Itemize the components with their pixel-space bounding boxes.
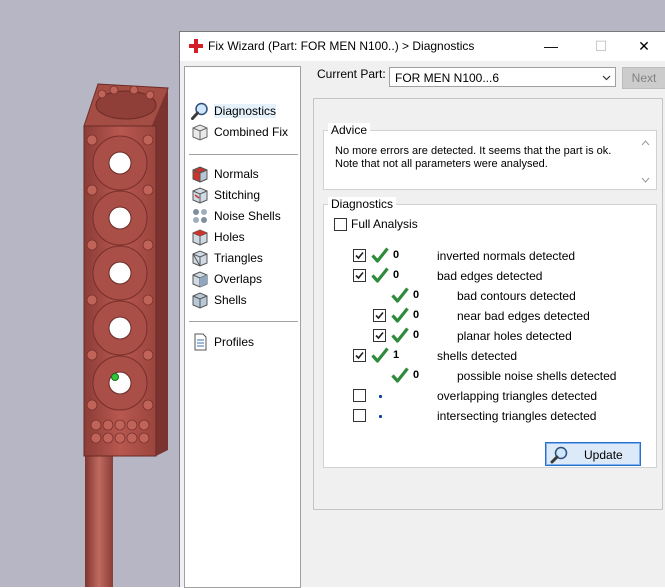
diagnostic-count: 1 <box>393 349 400 361</box>
diagnostic-row: 1 shells detected <box>324 347 654 365</box>
window-title: Fix Wizard (Part: FOR MEN N100..) > Diag… <box>208 39 475 53</box>
sidebar-divider <box>189 321 298 322</box>
diagnostic-label: overlapping triangles detected <box>437 389 598 403</box>
diagnostic-row: 0 near bad edges detected <box>324 307 654 325</box>
diagnostic-count: 0 <box>393 249 400 261</box>
update-button-label: Update <box>584 448 623 462</box>
current-part-label: Current Part: <box>317 67 386 81</box>
diagnostic-row: 0 bad contours detected <box>324 287 654 305</box>
sidebar-item-label: Noise Shells <box>214 209 281 223</box>
status-ok-icon <box>371 347 389 363</box>
checkmark-icon <box>355 271 364 280</box>
model-rod <box>85 440 113 587</box>
sidebar-item-label: Overlaps <box>214 272 263 286</box>
diagnostic-count: 0 <box>393 269 400 281</box>
sidebar-item-label: Profiles <box>214 335 255 349</box>
diagnostic-count: 0 <box>413 289 420 301</box>
diagnostic-row: 0 bad edges detected <box>324 267 654 285</box>
diagnostic-checkbox[interactable] <box>353 249 366 262</box>
title-bar[interactable]: Fix Wizard (Part: FOR MEN N100..) > Diag… <box>180 32 665 61</box>
stitching-cube-icon <box>192 187 208 204</box>
noise-shells-icon <box>193 209 207 223</box>
diagnostic-label: bad edges detected <box>437 269 543 283</box>
model-rings <box>92 135 148 411</box>
app-cross-icon <box>189 39 203 53</box>
next-button[interactable]: Next <box>622 67 665 89</box>
status-ok-icon <box>391 327 409 343</box>
sidebar-item-label: Shells <box>214 293 247 307</box>
diagnostic-checkbox[interactable] <box>353 349 366 362</box>
diagnostic-checkbox[interactable] <box>373 329 386 342</box>
magnifier-icon <box>191 102 208 120</box>
advice-scrollbar[interactable] <box>640 139 651 184</box>
document-icon <box>194 333 207 351</box>
diagnostic-label: inverted normals detected <box>437 249 576 263</box>
sidebar-item-label: Normals <box>214 167 259 181</box>
shells-cube-icon <box>192 292 208 309</box>
diagnostics-panel: Advice No more errors are detected. It s… <box>313 98 663 510</box>
sidebar-item-label: Triangles <box>214 251 263 265</box>
update-button[interactable]: Update <box>545 442 641 466</box>
checkmark-icon <box>375 311 384 320</box>
diagnostics-title: Diagnostics <box>328 197 397 211</box>
checkmark-icon <box>355 251 364 260</box>
advice-group: Advice No more errors are detected. It s… <box>323 123 657 190</box>
current-part-value: FOR MEN N100...6 <box>395 71 500 85</box>
diagnostic-count: 0 <box>413 329 420 341</box>
model-marker <box>111 373 119 381</box>
diagnostic-checkbox[interactable] <box>373 309 386 322</box>
wizard-sidebar: Diagnostics Combined Fix Normals Stitchi… <box>184 66 301 588</box>
sidebar-item-label: Holes <box>214 230 245 244</box>
diagnostic-row: 0 inverted normals detected <box>324 247 654 265</box>
magnifier-icon <box>550 446 568 464</box>
diagnostic-checkbox[interactable] <box>353 269 366 282</box>
minimize-button[interactable]: — <box>528 32 574 61</box>
diagnostics-group: Diagnostics Full Analysis 0 inverted norm… <box>323 197 657 468</box>
current-part-select[interactable]: FOR MEN N100...6 <box>389 67 616 87</box>
diagnostic-checkbox[interactable] <box>353 389 366 402</box>
advice-title: Advice <box>328 123 371 137</box>
full-analysis-label: Full Analysis <box>351 217 418 231</box>
diagnostic-count: 0 <box>413 309 420 321</box>
status-ok-icon <box>391 287 409 303</box>
sidebar-item-label: Diagnostics <box>214 104 277 118</box>
diagnostic-label: near bad edges detected <box>457 309 590 323</box>
chevron-down-icon <box>602 75 611 81</box>
diagnostic-row: overlapping triangles detected <box>324 387 654 405</box>
diagnostic-row: 0 planar holes detected <box>324 327 654 345</box>
sidebar-item-label: Stitching <box>214 188 261 202</box>
sidebar-item-label: Combined Fix <box>214 125 289 139</box>
diagnostic-row: intersecting triangles detected <box>324 407 654 425</box>
checkmark-icon <box>375 331 384 340</box>
status-ok-icon <box>391 307 409 323</box>
overlaps-cube-icon <box>192 271 208 288</box>
close-button[interactable]: ✕ <box>621 32 665 61</box>
diagnostic-label: bad contours detected <box>457 289 576 303</box>
status-ok-icon <box>371 267 389 283</box>
status-ok-icon <box>371 247 389 263</box>
diagnostic-label: possible noise shells detected <box>457 369 617 383</box>
diagnostic-checkbox[interactable] <box>353 409 366 422</box>
status-ok-icon <box>391 367 409 383</box>
diagnostic-label: planar holes detected <box>457 329 572 343</box>
triangles-cube-icon <box>192 250 208 267</box>
holes-cube-icon <box>192 229 208 246</box>
checkmark-icon <box>355 351 364 360</box>
fix-wizard-window: Fix Wizard (Part: FOR MEN N100..) > Diag… <box>179 31 665 588</box>
full-analysis-checkbox[interactable] <box>334 218 347 231</box>
maximize-button[interactable]: ☐ <box>578 32 624 61</box>
status-unknown-icon <box>379 415 382 418</box>
sidebar-divider <box>189 154 298 155</box>
diagnostic-label: shells detected <box>437 349 518 363</box>
diagnostic-label: intersecting triangles detected <box>437 409 597 423</box>
diagnostic-count: 0 <box>413 369 420 381</box>
advice-text: No more errors are detected. It seems th… <box>335 145 612 170</box>
status-unknown-icon <box>379 395 382 398</box>
diagnostic-row: 0 possible noise shells detected <box>324 367 654 385</box>
combined-fix-icon <box>192 124 208 141</box>
normals-cube-icon <box>192 166 208 183</box>
